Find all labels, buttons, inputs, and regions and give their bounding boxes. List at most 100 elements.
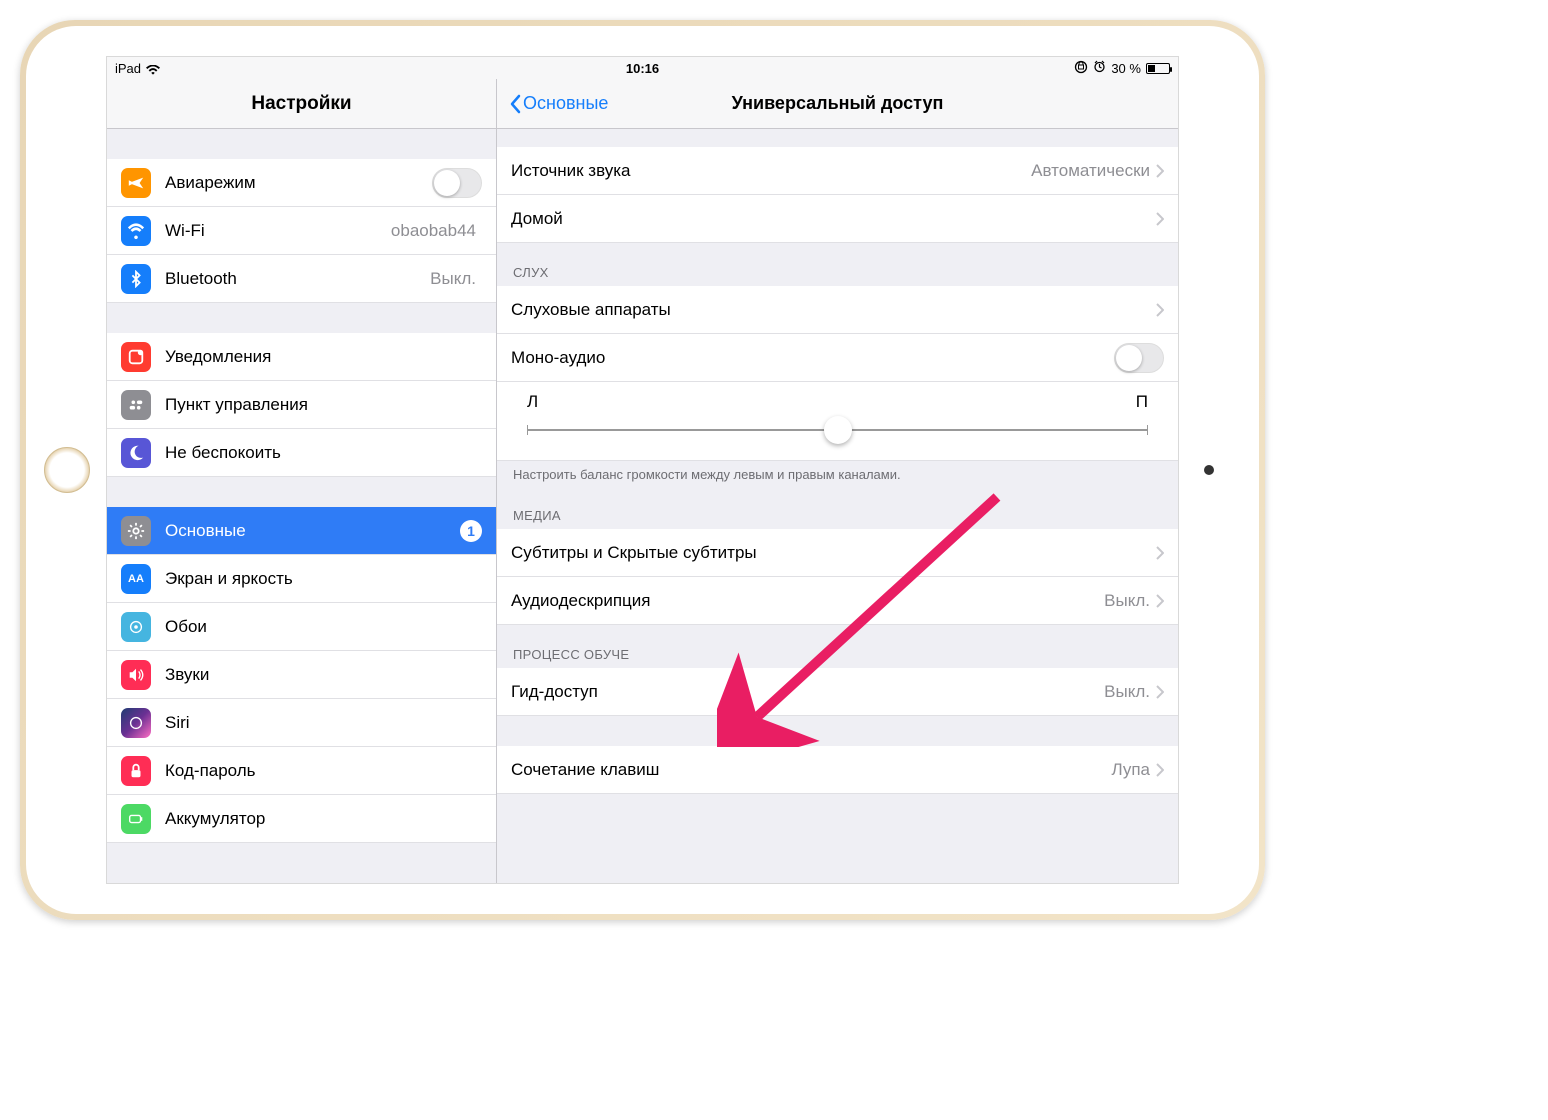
sidebar-title: Настройки bbox=[107, 79, 496, 129]
sidebar-item-airplane[interactable]: Авиарежим bbox=[107, 159, 496, 207]
sidebar-item-control-center[interactable]: Пункт управления bbox=[107, 381, 496, 429]
row-label: Сочетание клавиш bbox=[511, 760, 1111, 780]
balance-slider[interactable] bbox=[527, 418, 1148, 442]
back-button[interactable]: Основные bbox=[497, 93, 620, 114]
sidebar-item-label: Аккумулятор bbox=[165, 809, 482, 829]
control-center-icon bbox=[121, 390, 151, 420]
balance-right-label: П bbox=[1136, 392, 1148, 412]
chevron-right-icon bbox=[1156, 594, 1164, 608]
status-time: 10:16 bbox=[463, 61, 822, 76]
sidebar-item-bluetooth[interactable]: Bluetooth Выкл. bbox=[107, 255, 496, 303]
sidebar-item-label: Обои bbox=[165, 617, 482, 637]
sidebar-item-label: Основные bbox=[165, 521, 460, 541]
section-header-learning: ПРОЦЕСС ОБУЧЕ bbox=[497, 625, 1178, 668]
row-label: Аудиодескрипция bbox=[511, 591, 1104, 611]
wallpaper-icon bbox=[121, 612, 151, 642]
row-value: Лупа bbox=[1111, 760, 1150, 780]
sidebar-item-dnd[interactable]: Не беспокоить bbox=[107, 429, 496, 477]
sidebar-item-siri[interactable]: Siri bbox=[107, 699, 496, 747]
row-hearing-aids[interactable]: Слуховые аппараты bbox=[497, 286, 1178, 334]
battery-icon bbox=[1146, 63, 1170, 74]
row-mono-audio[interactable]: Моно-аудио bbox=[497, 334, 1178, 382]
sidebar-item-label: Уведомления bbox=[165, 347, 482, 367]
bluetooth-status: Выкл. bbox=[430, 269, 476, 289]
sidebar-item-display[interactable]: AA Экран и яркость bbox=[107, 555, 496, 603]
speaker-icon bbox=[121, 660, 151, 690]
chevron-left-icon bbox=[509, 94, 521, 114]
status-bar: iPad 10:16 30 % bbox=[107, 57, 1178, 79]
lock-icon bbox=[121, 756, 151, 786]
sidebar-item-label: Код-пароль bbox=[165, 761, 482, 781]
chevron-right-icon bbox=[1156, 763, 1164, 777]
row-home[interactable]: Домой bbox=[497, 195, 1178, 243]
battery-icon bbox=[121, 804, 151, 834]
update-badge: 1 bbox=[460, 520, 482, 542]
settings-sidebar: Настройки Авиарежим bbox=[107, 79, 497, 883]
back-label: Основные bbox=[523, 93, 608, 114]
sidebar-item-label: Wi-Fi bbox=[165, 221, 391, 241]
airplane-icon bbox=[121, 168, 151, 198]
row-label: Источник звука bbox=[511, 161, 1031, 181]
row-shortcut[interactable]: Сочетание клавиш Лупа bbox=[497, 746, 1178, 794]
slider-knob[interactable] bbox=[824, 416, 852, 444]
wifi-icon bbox=[146, 63, 160, 73]
sidebar-item-battery[interactable]: Аккумулятор bbox=[107, 795, 496, 843]
chevron-right-icon bbox=[1156, 685, 1164, 699]
detail-pane: Основные Универсальный доступ Источник з… bbox=[497, 79, 1178, 883]
detail-body[interactable]: Источник звука Автоматически Домой СЛУХ … bbox=[497, 129, 1178, 883]
chevron-right-icon bbox=[1156, 303, 1164, 317]
balance-left-label: Л bbox=[527, 392, 538, 412]
sidebar-item-general[interactable]: Основные 1 bbox=[107, 507, 496, 555]
front-camera bbox=[1204, 465, 1214, 475]
sidebar-item-label: Пункт управления bbox=[165, 395, 482, 415]
row-label: Субтитры и Скрытые субтитры bbox=[511, 543, 1156, 563]
detail-header: Основные Универсальный доступ bbox=[497, 79, 1178, 129]
sidebar-item-label: Bluetooth bbox=[165, 269, 430, 289]
row-value: Автоматически bbox=[1031, 161, 1150, 181]
home-button[interactable] bbox=[44, 447, 90, 493]
moon-icon bbox=[121, 438, 151, 468]
sidebar-item-wifi[interactable]: Wi-Fi obaobab44 bbox=[107, 207, 496, 255]
row-label: Домой bbox=[511, 209, 1156, 229]
row-label: Гид-доступ bbox=[511, 682, 1104, 702]
device-label: iPad bbox=[115, 61, 141, 76]
ipad-frame: iPad 10:16 30 % bbox=[20, 20, 1265, 920]
row-audio-source[interactable]: Источник звука Автоматически bbox=[497, 147, 1178, 195]
row-value: Выкл. bbox=[1104, 682, 1150, 702]
row-label: Моно-аудио bbox=[511, 348, 1114, 368]
sidebar-item-label: Не беспокоить bbox=[165, 443, 482, 463]
section-header-hearing: СЛУХ bbox=[497, 243, 1178, 286]
gear-icon bbox=[121, 516, 151, 546]
row-balance-slider: Л П bbox=[497, 382, 1178, 461]
mono-audio-switch[interactable] bbox=[1114, 343, 1164, 373]
row-label: Слуховые аппараты bbox=[511, 300, 1156, 320]
sidebar-item-notifications[interactable]: Уведомления bbox=[107, 333, 496, 381]
sidebar-item-label: Звуки bbox=[165, 665, 482, 685]
airplane-switch[interactable] bbox=[432, 168, 482, 198]
battery-percent: 30 % bbox=[1111, 61, 1141, 76]
wifi-icon bbox=[121, 216, 151, 246]
sidebar-item-wallpaper[interactable]: Обои bbox=[107, 603, 496, 651]
display-icon: AA bbox=[121, 564, 151, 594]
sidebar-item-label: Siri bbox=[165, 713, 482, 733]
sidebar-item-sounds[interactable]: Звуки bbox=[107, 651, 496, 699]
sidebar-item-label: Авиарежим bbox=[165, 173, 432, 193]
screen: iPad 10:16 30 % bbox=[106, 56, 1179, 884]
chevron-right-icon bbox=[1156, 212, 1164, 226]
orientation-lock-icon bbox=[1074, 60, 1088, 77]
wifi-network-name: obaobab44 bbox=[391, 221, 476, 241]
bluetooth-icon bbox=[121, 264, 151, 294]
siri-icon bbox=[121, 708, 151, 738]
row-subtitles[interactable]: Субтитры и Скрытые субтитры bbox=[497, 529, 1178, 577]
alarm-icon bbox=[1093, 60, 1106, 76]
row-guided-access[interactable]: Гид-доступ Выкл. bbox=[497, 668, 1178, 716]
row-audio-description[interactable]: Аудиодескрипция Выкл. bbox=[497, 577, 1178, 625]
sidebar-item-passcode[interactable]: Код-пароль bbox=[107, 747, 496, 795]
notifications-icon bbox=[121, 342, 151, 372]
section-header-media: МЕДИА bbox=[497, 486, 1178, 529]
balance-footer: Настроить баланс громкости между левым и… bbox=[497, 461, 1178, 486]
sidebar-item-label: Экран и яркость bbox=[165, 569, 482, 589]
chevron-right-icon bbox=[1156, 164, 1164, 178]
chevron-right-icon bbox=[1156, 546, 1164, 560]
row-value: Выкл. bbox=[1104, 591, 1150, 611]
